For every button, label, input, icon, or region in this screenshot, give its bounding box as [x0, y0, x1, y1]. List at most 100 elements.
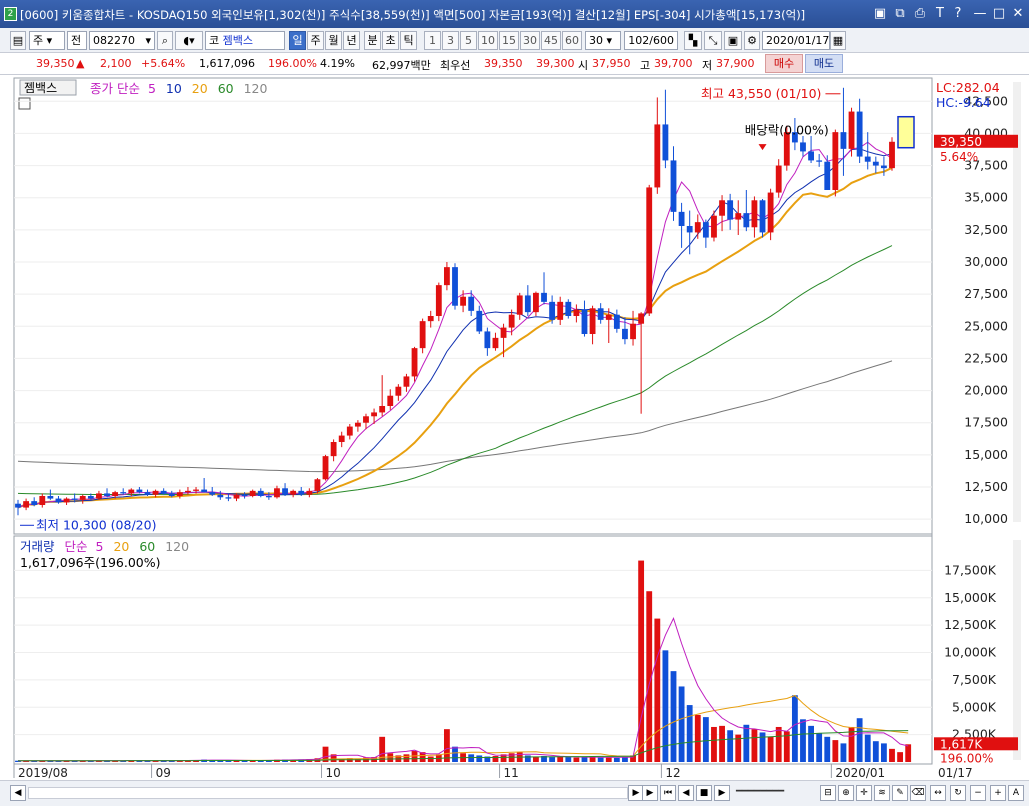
volume-bar — [775, 726, 782, 762]
stock-code-input[interactable]: 082270 ▾ — [89, 31, 155, 50]
volume-bar — [573, 757, 580, 762]
search-icon[interactable]: ⌕ — [157, 31, 173, 50]
save-icon[interactable]: ▣ — [724, 31, 742, 50]
candle-body — [872, 161, 879, 166]
zoom-slider[interactable]: ━━━━━━━━ — [736, 786, 818, 802]
period-day-button[interactable]: 일 — [289, 31, 306, 50]
date-tick-label: 10 — [326, 766, 341, 780]
minus-icon[interactable]: − — [970, 785, 986, 801]
volume-bar — [443, 729, 450, 762]
draw-icon[interactable]: ✎ — [892, 785, 908, 801]
volume-bar — [403, 754, 410, 762]
candle-body — [638, 313, 645, 324]
high-price: 39,700 — [654, 57, 693, 70]
chart-type-icon[interactable]: ▤ — [10, 31, 26, 50]
period-year-button[interactable]: 년 — [343, 31, 360, 50]
candle-body — [743, 213, 750, 228]
compare-select[interactable]: 전 — [67, 31, 87, 50]
price-tick-label: 12,500 — [964, 479, 1008, 494]
link-icon[interactable]: ⊕ — [838, 785, 854, 801]
candle-body — [848, 111, 855, 149]
interval-5-button[interactable]: 5 — [460, 31, 477, 50]
period-unit-select[interactable]: 주 ▾ — [29, 31, 65, 50]
stock-name-field[interactable]: 코 젬백스 — [205, 31, 285, 50]
interval-60-button[interactable]: 60 — [562, 31, 582, 50]
crosshair-icon[interactable]: ✛ — [856, 785, 872, 801]
calendar-icon[interactable]: ▦ — [830, 31, 846, 50]
volume-bar — [427, 756, 434, 762]
date-tick-label: 09 — [156, 766, 171, 780]
bar-count-field[interactable]: 102/600 — [624, 31, 678, 50]
copy-window-icon[interactable]: ⧉ — [892, 6, 908, 22]
price-change: 2,100 — [100, 57, 132, 70]
volume-bar — [387, 753, 394, 762]
minimize-icon[interactable]: — — [972, 6, 988, 22]
plus-icon[interactable]: + — [990, 785, 1006, 801]
candle-body — [47, 496, 54, 499]
scroll-left-icon[interactable]: ◀ — [10, 785, 26, 801]
volume-bar — [702, 717, 709, 762]
help-icon[interactable]: ? — [950, 6, 966, 22]
candle-body — [856, 111, 863, 157]
prev-icon[interactable]: ◀ — [678, 785, 694, 801]
period-week-button[interactable]: 주 — [307, 31, 324, 50]
candle-body — [290, 490, 297, 495]
horizontal-scroll-track[interactable] — [28, 787, 628, 799]
ask-price: 39,350 — [484, 57, 523, 70]
zoom-out-icon[interactable]: ⊟ — [820, 785, 836, 801]
sell-button[interactable]: 매도 — [805, 54, 843, 73]
volume-pane-scrollbar[interactable] — [1013, 540, 1021, 760]
legend-ma10: 10 — [166, 81, 182, 96]
pan-icon[interactable]: ≋ — [874, 785, 890, 801]
interval-1-button[interactable]: 1 — [424, 31, 441, 50]
stock-chart[interactable]: 젬백스 종가 단순 5 10 20 60 120 거래량 단순 5 20 60 … — [0, 76, 1029, 780]
period-minute-button[interactable]: 분 — [364, 31, 381, 50]
period-month-button[interactable]: 월 — [325, 31, 342, 50]
print-icon[interactable]: ⎙ — [912, 6, 928, 22]
candle-body — [379, 406, 386, 413]
period-second-button[interactable]: 초 — [382, 31, 399, 50]
trendline-icon[interactable]: ⤡ — [704, 31, 722, 50]
candle-body — [816, 160, 823, 162]
buy-button[interactable]: 매수 — [765, 54, 803, 73]
interval-10-button[interactable]: 10 — [478, 31, 498, 50]
candle-body — [225, 497, 232, 499]
volume-bar — [880, 743, 887, 762]
play-icon[interactable]: ▶ — [642, 785, 658, 801]
settings-icon[interactable]: ▣ — [872, 6, 888, 22]
price-pane-scrollbar[interactable] — [1013, 82, 1021, 522]
indicator-icon[interactable]: ▚ — [684, 31, 702, 50]
maximize-icon[interactable]: □ — [991, 6, 1007, 22]
refresh-icon[interactable]: ↻ — [950, 785, 966, 801]
text-size-icon[interactable]: T — [932, 6, 948, 22]
close-icon[interactable]: ✕ — [1010, 6, 1026, 22]
interval-select[interactable]: 30 ▾ — [585, 31, 621, 50]
volume-tick-label: 15,000K — [944, 590, 997, 605]
period-tick-button[interactable]: 틱 — [400, 31, 417, 50]
price-tag-percent: 5.64% — [940, 150, 978, 164]
gear-icon[interactable]: ⚙ — [744, 31, 760, 50]
speaker-icon[interactable]: ◖▾ — [175, 31, 203, 50]
date-field[interactable]: 2020/01/17 — [762, 31, 830, 50]
arrow-icon[interactable]: ↔ — [930, 785, 946, 801]
text-tool-icon[interactable]: A — [1008, 785, 1024, 801]
stock-tag: 젬백스 — [24, 81, 57, 95]
up-arrow-icon: ▲ — [76, 57, 85, 70]
volume-tick-label: 5,000K — [952, 699, 997, 714]
interval-15-button[interactable]: 15 — [499, 31, 519, 50]
candle-body — [549, 301, 556, 320]
price-tick-label: 30,000 — [964, 254, 1008, 269]
candle-body — [39, 496, 46, 505]
candle-body — [775, 165, 782, 193]
candle-body — [306, 490, 313, 495]
eraser-icon[interactable]: ⌫ — [910, 785, 926, 801]
interval-3-button[interactable]: 3 — [442, 31, 459, 50]
legend-vol-ma5: 5 — [96, 539, 104, 554]
next-icon[interactable]: ▶ — [714, 785, 730, 801]
first-icon[interactable]: ⏮ — [660, 785, 676, 801]
lc-label: LC:282.04 — [936, 80, 1000, 95]
window-badge: 2 — [4, 7, 17, 21]
interval-45-button[interactable]: 45 — [541, 31, 561, 50]
stop-icon[interactable]: ■ — [696, 785, 712, 801]
interval-30-button[interactable]: 30 — [520, 31, 540, 50]
